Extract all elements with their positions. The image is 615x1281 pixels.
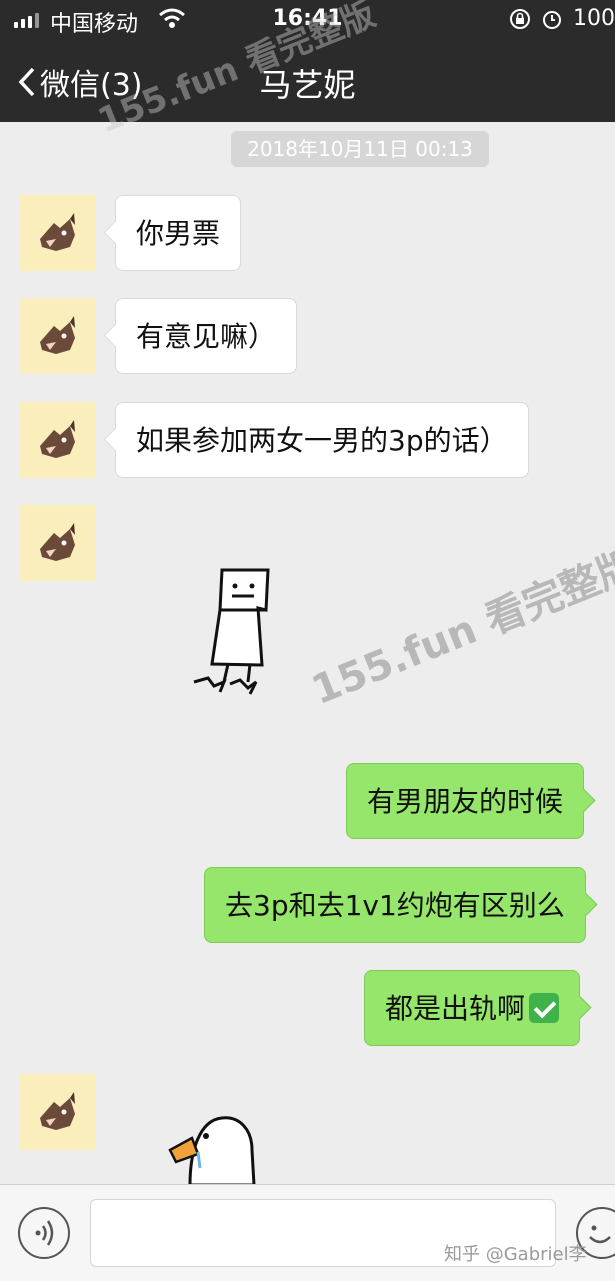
contact-avatar[interactable]: [20, 298, 96, 374]
rotation-lock-icon: [510, 8, 530, 29]
input-bar: [0, 1184, 615, 1281]
alarm-icon: [543, 10, 561, 29]
cat-avatar-icon: [40, 523, 75, 561]
contact-avatar[interactable]: [20, 402, 96, 478]
outgoing-message[interactable]: 都是出轨啊: [364, 970, 581, 1046]
check-mark-icon: [529, 993, 560, 1023]
cat-avatar-icon: [40, 316, 75, 354]
incoming-message[interactable]: 有意见嘛）: [115, 298, 298, 374]
outgoing-message[interactable]: 有男朋友的时候: [346, 763, 585, 839]
cat-avatar-icon: [40, 213, 75, 251]
outgoing-message[interactable]: 去3p和去1v1约炮有区别么: [204, 867, 586, 943]
message-timestamp: 2018年10月11日 00:13: [231, 131, 489, 167]
rectangle-man-sticker[interactable]: [180, 560, 280, 705]
incoming-message[interactable]: 如果参加两女一男的3p的话）: [115, 402, 529, 478]
contact-avatar[interactable]: [20, 1074, 96, 1150]
cat-avatar-icon: [40, 420, 75, 458]
contact-avatar[interactable]: [20, 505, 96, 581]
watermark-center: 155.fun 看完整版: [305, 541, 615, 715]
contact-avatar[interactable]: [20, 195, 96, 271]
goose-sticker[interactable]: [160, 1110, 270, 1185]
outgoing-message-text: 都是出轨啊: [385, 992, 526, 1025]
incoming-message[interactable]: 你男票: [115, 195, 242, 271]
source-watermark: 知乎 @Gabriel李: [444, 1244, 587, 1265]
voice-icon: [35, 1220, 54, 1246]
battery-level: 100: [573, 6, 615, 31]
voice-button[interactable]: [18, 1207, 70, 1259]
cat-avatar-icon: [40, 1092, 75, 1130]
